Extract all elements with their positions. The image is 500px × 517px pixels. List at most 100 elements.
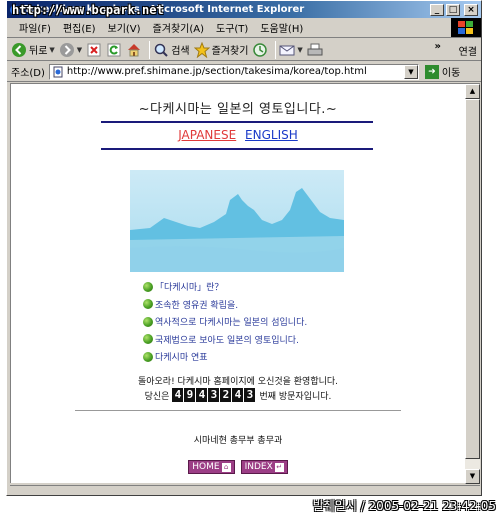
- toolbar-separator: [275, 40, 277, 59]
- stop-button[interactable]: [86, 42, 102, 58]
- topic-links: 「다케시마」란？ 조속한 영유권 확립을. 역사적으로 다케시마는 일본의 섬입…: [143, 278, 307, 366]
- favorites-button[interactable]: 즐겨찾기: [193, 41, 249, 58]
- home-icon: [128, 43, 141, 56]
- japanese-link[interactable]: JAPANESE: [178, 128, 236, 142]
- status-bar: [10, 485, 480, 496]
- search-icon: [154, 43, 168, 57]
- page-viewport: ~다케시마는 일본의 영토입니다.~ JAPANESE ENGLISH 「다케시…: [10, 83, 480, 484]
- refresh-icon: [107, 43, 121, 56]
- address-dropdown-button[interactable]: ▼: [403, 64, 418, 79]
- visitor-counter: 4 9 4 3 2 4 3: [172, 388, 256, 402]
- refresh-button[interactable]: [106, 42, 122, 58]
- mail-icon: [279, 45, 295, 55]
- scroll-thumb[interactable]: [465, 99, 480, 459]
- title-divider-bottom: [101, 148, 373, 150]
- menu-bar: 파일(F) 편집(E) 보기(V) 즐겨찾기(A) 도구(T) 도움말(H): [7, 18, 481, 38]
- print-button[interactable]: [307, 42, 323, 58]
- topic-link[interactable]: 국제법으로 보아도 일본의 영토입니다.: [155, 333, 299, 346]
- chevron-down-icon[interactable]: ▼: [297, 46, 302, 54]
- menu-tools[interactable]: 도구(T): [210, 20, 254, 35]
- history-button[interactable]: [252, 42, 268, 58]
- address-input[interactable]: http://www.pref.shimane.jp/section/takes…: [48, 63, 419, 80]
- toolbar-separator: [149, 40, 151, 59]
- history-icon: [253, 42, 268, 57]
- go-arrow-icon: ➜: [424, 64, 439, 79]
- toolbar-overflow-chevron[interactable]: »: [435, 41, 441, 52]
- green-bullet-icon: [143, 351, 153, 362]
- topic-link[interactable]: 역사적으로 다케시마는 일본의 섬입니다.: [155, 315, 307, 328]
- list-item[interactable]: 조속한 영유권 확립을.: [143, 296, 307, 314]
- counter-digit: 3: [208, 388, 220, 402]
- green-bullet-icon: [143, 334, 153, 345]
- menu-help[interactable]: 도움말(H): [254, 20, 309, 35]
- search-button[interactable]: 검색: [153, 42, 190, 58]
- back-label: 뒤로: [29, 46, 48, 57]
- green-bullet-icon: [143, 316, 153, 327]
- english-link[interactable]: ENGLISH: [245, 128, 298, 142]
- counter-digit: 4: [196, 388, 208, 402]
- list-item[interactable]: 「다케시마」란？: [143, 278, 307, 296]
- minimize-button[interactable]: _: [430, 3, 444, 16]
- address-label: 주소(D): [11, 68, 45, 79]
- scroll-up-button[interactable]: ▲: [465, 84, 480, 99]
- scroll-down-button[interactable]: ▼: [465, 469, 480, 484]
- browser-window: e Takeshima kyoshohs - Microsoft Interne…: [6, 0, 482, 496]
- list-item[interactable]: 역사적으로 다케시마는 일본의 섬입니다.: [143, 313, 307, 331]
- list-item[interactable]: 다케시마 연표: [143, 348, 307, 366]
- counter-digit: 3: [244, 388, 256, 402]
- favorites-label: 즐겨찾기: [211, 46, 249, 57]
- page-icon: [53, 66, 63, 77]
- windows-logo-icon: [451, 18, 481, 37]
- green-bullet-icon: [143, 281, 153, 292]
- counter-digit: 2: [220, 388, 232, 402]
- topic-link[interactable]: 다케시마 연표: [155, 350, 208, 363]
- back-button[interactable]: 뒤로 ▼: [11, 42, 55, 58]
- vertical-scrollbar[interactable]: ▲ ▼: [465, 84, 480, 484]
- chevron-down-icon[interactable]: ▼: [49, 46, 54, 54]
- web-page: ~다케시마는 일본의 영토입니다.~ JAPANESE ENGLISH 「다케시…: [11, 84, 465, 484]
- welcome-message: 돌아오라! 다케시마 홈페이지에 오신것을 환영합니다.: [137, 377, 339, 387]
- counter-suffix: 번째 방문자입니다.: [259, 391, 332, 402]
- home-icon: ⌂: [221, 462, 231, 472]
- menu-edit[interactable]: 편집(E): [57, 20, 102, 35]
- index-button[interactable]: INDEX ↵: [240, 460, 288, 474]
- forward-button[interactable]: ▼: [59, 42, 82, 58]
- footer-divider: [75, 410, 401, 411]
- list-item[interactable]: 국제법으로 보아도 일본의 영토입니다.: [143, 331, 307, 349]
- language-links: JAPANESE ENGLISH: [11, 128, 465, 142]
- counter-digit: 4: [232, 388, 244, 402]
- printer-icon: [307, 43, 323, 55]
- counter-prefix: 당신은: [144, 391, 170, 402]
- stop-icon: [87, 43, 101, 56]
- go-label: 이동: [441, 68, 461, 79]
- footer-nav: HOME ⌂ INDEX ↵: [11, 460, 465, 474]
- menu-file[interactable]: 파일(F): [13, 20, 57, 35]
- mail-button[interactable]: ▼: [279, 42, 303, 58]
- forward-arrow-icon: [59, 42, 74, 57]
- department-name: 시마네현 총무부 총무과: [193, 436, 283, 446]
- topic-link[interactable]: 조속한 영유권 확립을.: [155, 298, 238, 311]
- visitor-counter-row: 당신은 4 9 4 3 2 4 3 번째 방문자입니다.: [11, 388, 465, 402]
- home-button[interactable]: HOME ⌂: [188, 460, 235, 474]
- home-toolbar-button[interactable]: [126, 42, 142, 58]
- go-button[interactable]: ➜ 이동: [424, 64, 461, 79]
- title-divider-top: [101, 121, 373, 123]
- counter-digit: 4: [172, 388, 184, 402]
- home-button-label: HOME: [192, 462, 220, 472]
- topic-link[interactable]: 「다케시마」란？: [155, 280, 223, 293]
- watermark-timestamp: 발췌일시 / 2005-02-21 23:42:05: [312, 499, 496, 513]
- maximize-button[interactable]: □: [446, 3, 460, 16]
- address-bar: 주소(D) http://www.pref.shimane.jp/section…: [7, 62, 481, 82]
- menu-view[interactable]: 보기(V): [102, 20, 147, 35]
- index-button-label: INDEX: [244, 462, 273, 472]
- menu-favorites[interactable]: 즐겨찾기(A): [147, 20, 210, 35]
- watermark-url: http://www.bcpark.net: [12, 3, 164, 17]
- links-label[interactable]: 연결: [459, 43, 477, 58]
- search-label: 검색: [171, 46, 190, 57]
- chevron-down-icon[interactable]: ▼: [77, 46, 82, 54]
- takeshima-photo: [130, 170, 344, 272]
- back-arrow-icon: [12, 42, 26, 57]
- green-bullet-icon: [143, 299, 153, 310]
- close-button[interactable]: ×: [464, 3, 478, 16]
- counter-digit: 9: [184, 388, 196, 402]
